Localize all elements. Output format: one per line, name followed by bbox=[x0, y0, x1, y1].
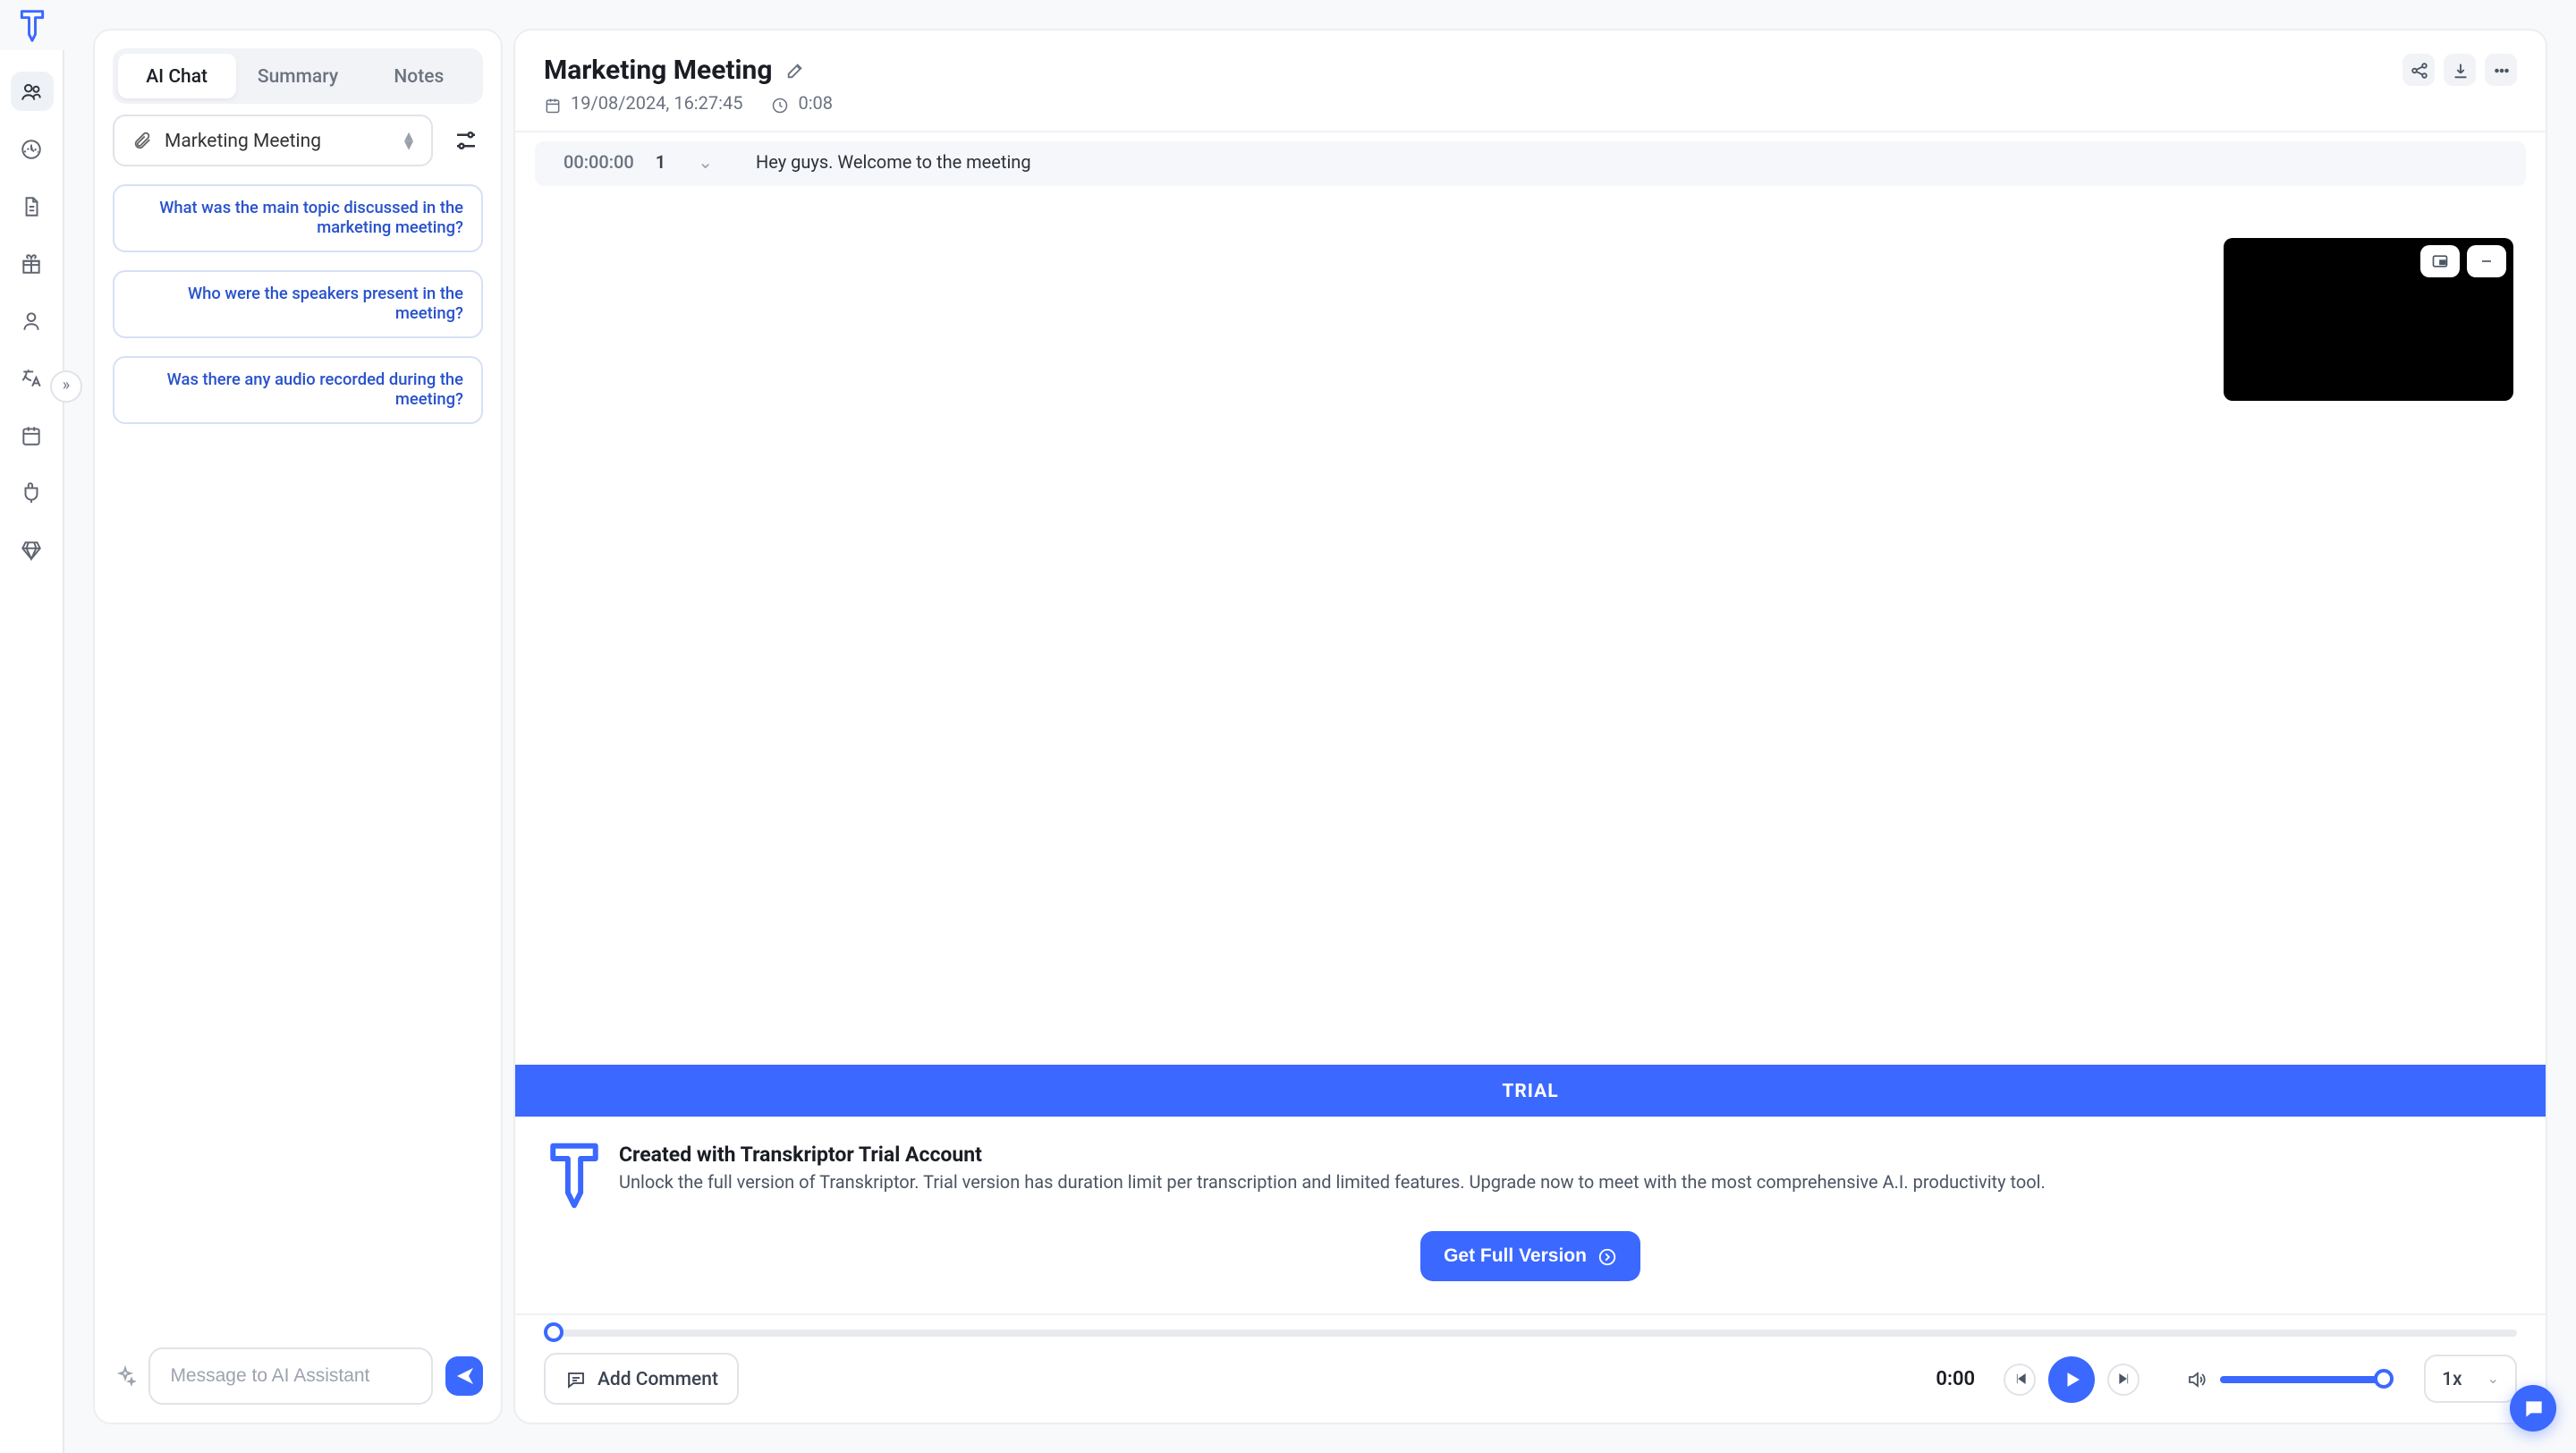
paperclip-icon bbox=[132, 131, 152, 150]
source-label: Marketing Meeting bbox=[165, 129, 321, 152]
meta-duration: 0:08 bbox=[771, 95, 833, 115]
sidebar-item-integration[interactable] bbox=[10, 472, 53, 512]
comment-icon bbox=[565, 1368, 587, 1389]
chevron-down-icon: ⌄ bbox=[2487, 1371, 2499, 1387]
progress-handle[interactable] bbox=[544, 1322, 564, 1342]
transcript-text: Hey guys. Welcome to the meeting bbox=[756, 154, 1031, 174]
send-icon bbox=[453, 1365, 475, 1387]
cta-label: Get Full Version bbox=[1444, 1245, 1587, 1267]
suggestions-list: What was the main topic discussed in the… bbox=[113, 184, 483, 424]
minimize-video-button[interactable] bbox=[2467, 245, 2506, 277]
trial-heading: Created with Transkriptor Trial Account bbox=[619, 1142, 2046, 1167]
audio-player: Add Comment 0:00 1x ⌄ bbox=[515, 1313, 2546, 1423]
more-icon bbox=[2491, 60, 2511, 80]
video-controls bbox=[2420, 245, 2506, 277]
volume-control bbox=[2186, 1368, 2385, 1389]
add-comment-button[interactable]: Add Comment bbox=[544, 1353, 740, 1405]
date-text: 19/08/2024, 16:27:45 bbox=[571, 95, 742, 115]
play-icon bbox=[2061, 1368, 2082, 1389]
volume-icon[interactable] bbox=[2186, 1368, 2207, 1389]
volume-handle[interactable] bbox=[2374, 1368, 2394, 1388]
chevron-right-icon: » bbox=[63, 378, 70, 395]
next-button[interactable] bbox=[2107, 1363, 2140, 1395]
document-actions bbox=[2402, 54, 2517, 86]
transkriptor-logo-icon bbox=[547, 1142, 601, 1210]
document-panel: Marketing Meeting 19/08/2024, 16:27:45 0… bbox=[513, 29, 2547, 1424]
picture-in-picture-button[interactable] bbox=[2420, 245, 2460, 277]
send-button[interactable] bbox=[445, 1356, 483, 1396]
chat-input-row bbox=[113, 1347, 483, 1405]
suggestion-item[interactable]: Was there any audio recorded during the … bbox=[113, 356, 483, 424]
transcript-speaker: 1 bbox=[656, 154, 665, 174]
sparkle-icon bbox=[113, 1365, 136, 1387]
suggestion-item[interactable]: Who were the speakers present in the mee… bbox=[113, 270, 483, 338]
clock-icon bbox=[771, 96, 789, 114]
sidebar-item-premium[interactable] bbox=[10, 530, 53, 569]
share-button[interactable] bbox=[2402, 54, 2435, 86]
tab-ai-chat[interactable]: AI Chat bbox=[118, 54, 235, 98]
pip-icon bbox=[2431, 252, 2449, 270]
filter-button[interactable] bbox=[447, 123, 483, 158]
chat-icon bbox=[2521, 1397, 2545, 1420]
calendar-icon bbox=[544, 96, 562, 114]
previous-button[interactable] bbox=[2004, 1363, 2036, 1395]
add-comment-label: Add Comment bbox=[597, 1367, 718, 1390]
arrow-circle-icon bbox=[1597, 1246, 1617, 1266]
minus-icon bbox=[2478, 252, 2496, 270]
skip-back-icon bbox=[2012, 1371, 2028, 1387]
play-button[interactable] bbox=[2048, 1355, 2095, 1402]
speed-select[interactable]: 1x ⌄ bbox=[2424, 1355, 2517, 1403]
sidebar-expand-button[interactable]: » bbox=[50, 370, 82, 403]
sidebar-item-calendar[interactable] bbox=[10, 415, 53, 455]
meta-date: 19/08/2024, 16:27:45 bbox=[544, 95, 742, 115]
suggestion-item[interactable]: What was the main topic discussed in the… bbox=[113, 184, 483, 252]
sidebar bbox=[0, 50, 64, 1453]
chevron-down-icon[interactable]: ⌄ bbox=[698, 154, 713, 174]
source-select[interactable]: Marketing Meeting ▴▾ bbox=[113, 115, 433, 166]
speed-label: 1x bbox=[2442, 1367, 2462, 1390]
edit-icon[interactable] bbox=[784, 60, 804, 80]
player-time: 0:00 bbox=[1936, 1367, 1975, 1390]
sidebar-item-dashboard[interactable] bbox=[10, 129, 53, 168]
main-content: AI Chat Summary Notes Marketing Meeting … bbox=[64, 0, 2576, 1453]
trial-badge: TRIAL bbox=[515, 1065, 2546, 1117]
get-full-version-button[interactable]: Get Full Version bbox=[1420, 1231, 1640, 1281]
download-button[interactable] bbox=[2444, 54, 2476, 86]
document-header: Marketing Meeting 19/08/2024, 16:27:45 0… bbox=[515, 30, 2546, 132]
trial-body-text: Unlock the full version of Transkriptor.… bbox=[619, 1172, 2046, 1198]
volume-slider[interactable] bbox=[2220, 1375, 2385, 1382]
trial-section: TRIAL Created with Transkriptor Trial Ac… bbox=[515, 1065, 2546, 1313]
sidebar-item-gift[interactable] bbox=[10, 243, 53, 283]
document-title: Marketing Meeting bbox=[544, 54, 772, 86]
progress-bar[interactable] bbox=[544, 1330, 2517, 1337]
download-icon bbox=[2450, 60, 2470, 80]
share-icon bbox=[2409, 60, 2428, 80]
more-button[interactable] bbox=[2485, 54, 2517, 86]
updown-icon: ▴▾ bbox=[404, 132, 413, 149]
sidebar-item-files[interactable] bbox=[10, 186, 53, 225]
sidebar-item-user[interactable] bbox=[10, 301, 53, 340]
source-row: Marketing Meeting ▴▾ bbox=[113, 115, 483, 166]
support-chat-button[interactable] bbox=[2510, 1385, 2556, 1432]
tabs: AI Chat Summary Notes bbox=[113, 48, 483, 104]
transcript-time: 00:00:00 bbox=[564, 154, 634, 174]
duration-text: 0:08 bbox=[798, 95, 833, 115]
skip-forward-icon bbox=[2115, 1371, 2131, 1387]
transkriptor-logo-icon bbox=[20, 9, 45, 43]
tab-summary[interactable]: Summary bbox=[239, 54, 356, 98]
chat-input[interactable] bbox=[148, 1347, 433, 1405]
sidebar-item-language[interactable] bbox=[10, 358, 53, 397]
tab-notes[interactable]: Notes bbox=[360, 54, 478, 98]
sliders-icon bbox=[452, 127, 479, 154]
transcript-row[interactable]: 00:00:00 1 ⌄ Hey guys. Welcome to the me… bbox=[535, 141, 2526, 186]
sidebar-item-team[interactable] bbox=[10, 72, 53, 111]
assistant-panel: AI Chat Summary Notes Marketing Meeting … bbox=[93, 29, 503, 1424]
app-logo[interactable] bbox=[0, 0, 64, 50]
